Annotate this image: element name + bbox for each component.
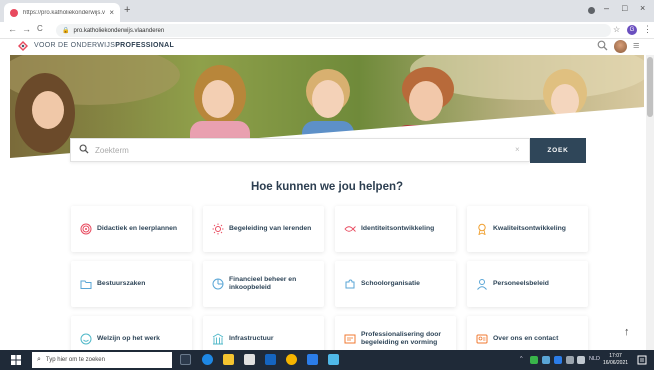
scrollbar-thumb[interactable] (647, 57, 653, 117)
card-financieel[interactable]: Financieel beheer en inkoopbeleid (203, 261, 324, 307)
edge-icon[interactable] (202, 354, 213, 365)
taskbar-search-placeholder: Typ hier om te zoeken (45, 357, 105, 363)
fish-icon (344, 223, 356, 235)
building-icon (212, 333, 224, 345)
tray-app-icon[interactable] (530, 356, 538, 364)
lock-icon: 🔒 (62, 28, 70, 34)
store-icon[interactable] (244, 354, 255, 365)
network-icon[interactable] (566, 356, 574, 364)
volume-icon[interactable] (577, 356, 585, 364)
browser-tab[interactable]: https://pro.katholiekonderwijs.v × (4, 3, 120, 22)
zoek-button[interactable]: ZOEK (530, 138, 586, 163)
card-label: Identiteitsontwikkeling (361, 224, 435, 232)
site-title[interactable]: VOOR DE ONDERWIJSPROFESSIONAL (34, 42, 174, 49)
search-field[interactable] (70, 138, 530, 162)
outlook-icon[interactable] (307, 354, 318, 365)
bookmark-star-icon[interactable]: ☆ (613, 25, 620, 34)
certificate-icon (344, 333, 356, 345)
site-header: VOOR DE ONDERWIJSPROFESSIONAL ≡ (0, 39, 654, 54)
new-tab-button[interactable]: + (124, 4, 130, 16)
browser-tab-bar: https://pro.katholiekonderwijs.v × + – □… (0, 0, 654, 22)
input-language[interactable]: NLD (589, 356, 600, 362)
tray-app-icon[interactable] (554, 356, 562, 364)
browser-menu-icon[interactable]: ⋮ (643, 24, 652, 35)
windows-start-icon[interactable] (11, 355, 21, 365)
notification-center-icon[interactable] (637, 355, 647, 365)
clock-date: 16/06/2021 (603, 359, 629, 366)
card-identiteit[interactable]: Identiteitsontwikkeling (335, 206, 456, 252)
puzzle-icon (344, 278, 356, 290)
card-schoolorganisatie[interactable]: Schoolorganisatie (335, 261, 456, 307)
card-label: Didactiek en leerplannen (97, 224, 178, 232)
card-begeleiding[interactable]: Begeleiding van lerenden (203, 206, 324, 252)
file-explorer-icon[interactable] (223, 354, 234, 365)
card-label: Financieel beheer en inkoopbeleid (229, 275, 297, 291)
task-view-icon[interactable] (180, 354, 191, 365)
browser-toolbar: ← → C 🔒 pro.katholiekonderwijs.vlaandere… (0, 22, 654, 39)
card-personeelsbeleid[interactable]: Personeelsbeleid (467, 261, 588, 307)
card-label: Begeleiding van lerenden (229, 224, 312, 232)
card-label: Infrastructuur (229, 334, 274, 342)
search-input[interactable] (95, 145, 495, 155)
tab-close-icon[interactable]: × (109, 8, 114, 17)
taskbar-search-icon: ⌕ (37, 356, 41, 363)
card-label: Bestuurszaken (97, 279, 146, 287)
card-label: Schoolorganisatie (361, 279, 420, 287)
card-label: Professionalisering door begeleiding en … (361, 330, 442, 346)
card-label: Welzijn op het werk (97, 334, 160, 342)
site-favicon-icon (10, 8, 18, 17)
address-url: pro.katholiekonderwijs.vlaanderen (73, 27, 165, 34)
clear-search-icon[interactable]: × (515, 145, 520, 154)
word-icon[interactable] (265, 354, 276, 365)
contact-card-icon (476, 333, 488, 345)
card-bestuurszaken[interactable]: Bestuurszaken (71, 261, 192, 307)
tab-title: https://pro.katholiekonderwijs.v (23, 9, 106, 16)
header-search-icon[interactable] (597, 40, 608, 54)
browser-profile-dot-icon (588, 7, 595, 14)
photos-icon[interactable] (328, 354, 339, 365)
taskbar-search-field[interactable]: ⌕ Typ hier om te zoeken (32, 352, 172, 368)
target-icon (80, 223, 92, 235)
smile-icon (80, 333, 92, 345)
reload-button[interactable]: C (37, 24, 43, 33)
back-button[interactable]: ← (8, 24, 17, 34)
card-kwaliteit[interactable]: Kwaliteitsontwikkeling (467, 206, 588, 252)
hamburger-menu-icon[interactable]: ≡ (633, 40, 639, 52)
card-didactiek[interactable]: Didactiek en leerplannen (71, 206, 192, 252)
person-icon (476, 278, 488, 290)
badge-icon (476, 223, 488, 235)
forward-button[interactable]: → (22, 24, 31, 34)
card-label: Over ons en contact (493, 334, 559, 342)
site-logo-icon[interactable] (18, 41, 28, 51)
card-label: Personeelsbeleid (493, 279, 549, 287)
windows-taskbar: ⌕ Typ hier om te zoeken ^ NLD 17:07 16/0… (0, 350, 654, 370)
window-maximize-button[interactable]: □ (622, 3, 627, 13)
chrome-icon[interactable] (286, 354, 297, 365)
window-close-button[interactable]: × (640, 3, 645, 13)
pie-chart-icon (212, 278, 224, 290)
window-minimize-button[interactable]: – (604, 3, 609, 13)
taskbar-clock[interactable]: 17:07 16/06/2021 (603, 353, 628, 366)
user-avatar[interactable] (614, 40, 627, 53)
browser-profile-avatar[interactable]: G (627, 25, 637, 35)
tray-app-icon[interactable] (542, 356, 550, 364)
back-to-top-button[interactable]: ↑ (624, 326, 630, 338)
address-bar[interactable]: 🔒 pro.katholiekonderwijs.vlaanderen (56, 24, 611, 37)
sun-icon (212, 223, 224, 235)
tray-chevron-icon[interactable]: ^ (520, 356, 523, 362)
card-label: Kwaliteitsontwikkeling (493, 224, 566, 232)
help-heading: Hoe kunnen we jou helpen? (250, 181, 404, 193)
page-scrollbar[interactable] (646, 55, 654, 350)
search-icon (79, 144, 89, 157)
folder-icon (80, 278, 92, 290)
